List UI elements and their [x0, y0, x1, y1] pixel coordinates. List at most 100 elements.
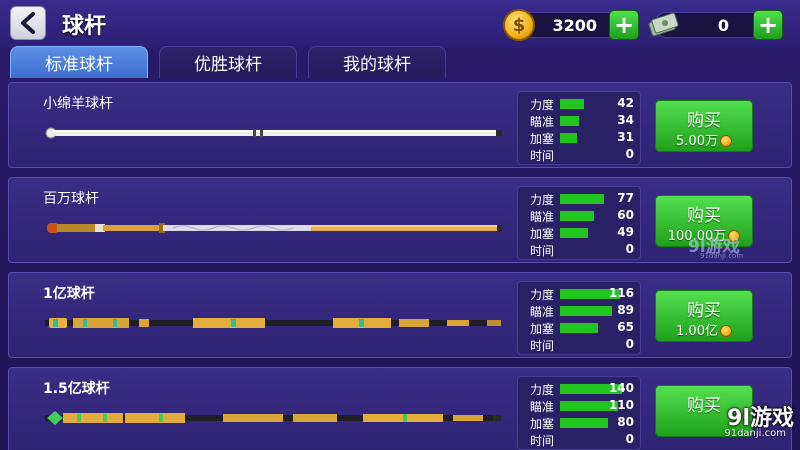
stat-label: 瞄准	[530, 400, 555, 414]
stat-power: 力度 140	[524, 381, 638, 397]
coin-amount: 3200	[552, 16, 597, 35]
cue-card: 1.5亿球杆 力度 140 瞄准 110 加塞 80 时间 0 购买	[8, 367, 792, 450]
cue-stats: 力度 77 瞄准 60 加塞 49 时间 0	[517, 186, 641, 260]
cue-name: 1.5亿球杆	[43, 381, 110, 397]
cue-stats: 力度 140 瞄准 110 加塞 80 时间 0	[517, 376, 641, 450]
stat-label: 加塞	[530, 417, 555, 431]
stat-value: 65	[617, 320, 634, 334]
stat-value: 60	[617, 208, 634, 222]
stat-value: 0	[625, 147, 634, 161]
stat-value: 140	[608, 381, 634, 395]
stat-value: 77	[617, 191, 634, 205]
stat-value: 110	[608, 398, 634, 412]
buy-button[interactable]: 购买 1.00亿	[655, 290, 753, 342]
stat-label: 力度	[530, 288, 555, 302]
tab-label: 标准球杆	[45, 55, 113, 75]
stat-value: 34	[617, 113, 634, 127]
stat-label: 时间	[530, 339, 555, 353]
coin-icon	[719, 325, 732, 337]
tab-label: 我的球杆	[343, 55, 411, 75]
stat-value: 0	[625, 337, 634, 351]
stat-time: 时间 0	[524, 147, 638, 163]
stat-bar	[560, 194, 604, 204]
stat-spin: 加塞 80	[524, 415, 638, 431]
price-value: 1.00亿	[676, 324, 718, 339]
coin-icon	[719, 135, 732, 147]
cash-stack-icon	[648, 12, 679, 37]
buy-button[interactable]: 购买 5.00万	[655, 100, 753, 152]
stat-label: 加塞	[530, 227, 555, 241]
cue-name: 1亿球杆	[43, 286, 95, 302]
stat-value: 31	[617, 130, 634, 144]
cue-name: 百万球杆	[43, 191, 99, 207]
price: 1.00亿	[656, 320, 752, 339]
stat-label: 瞄准	[530, 305, 555, 319]
stat-bar	[560, 418, 608, 428]
stat-value: 49	[617, 225, 634, 239]
stat-label: 时间	[530, 244, 555, 258]
stat-value: 80	[617, 415, 634, 429]
cue-image	[45, 411, 501, 425]
watermark-url: 91danji.com	[700, 252, 744, 260]
stat-bar	[560, 116, 579, 126]
cue-image	[45, 127, 502, 139]
stat-bar	[560, 228, 588, 238]
page-title: 球杆	[62, 14, 107, 39]
buy-label: 购买	[687, 206, 721, 226]
stat-time: 时间 0	[524, 432, 638, 448]
stat-label: 力度	[530, 383, 555, 397]
coin-icon: $	[503, 9, 535, 41]
cue-card: 小绵羊球杆 力度 42 瞄准 34 加塞 31 时间 0 购买 5.00万	[8, 82, 792, 168]
stat-bar	[560, 99, 584, 109]
stat-label: 力度	[530, 98, 555, 112]
watermark-url: 91danji.com	[724, 428, 786, 439]
cue-card: 1亿球杆 力度 116 瞄准 89 加塞 65 时间 0 购买 1.00亿	[8, 272, 792, 358]
stat-time: 时间 0	[524, 337, 638, 353]
stat-power: 力度 77	[524, 191, 638, 207]
tab-premium-cues[interactable]: 优胜球杆	[159, 46, 297, 78]
stat-aim: 瞄准 110	[524, 398, 638, 414]
coin-balance: $ 3200 +	[503, 9, 639, 41]
cash-balance: 0 +	[648, 10, 783, 40]
stat-power: 力度 116	[524, 286, 638, 302]
stat-value: 0	[625, 432, 634, 446]
stat-label: 瞄准	[530, 115, 555, 129]
buy-label: 购买	[687, 301, 721, 321]
cue-card: 百万球杆 力度 77 瞄准 60 加塞 49 时间 0 购买 100.00万	[8, 177, 792, 263]
cash-amount: 0	[717, 16, 729, 35]
stat-bar	[560, 133, 577, 143]
cue-image	[45, 318, 501, 328]
cue-stats: 力度 116 瞄准 89 加塞 65 时间 0	[517, 281, 641, 355]
stat-bar	[560, 306, 612, 316]
chevron-left-icon	[21, 12, 35, 34]
add-coins-button[interactable]: +	[609, 10, 639, 40]
stat-time: 时间 0	[524, 242, 638, 258]
price-value: 5.00万	[676, 134, 718, 149]
watermark-small: 9l游戏 91danji.com	[688, 232, 768, 262]
cue-image	[47, 223, 502, 233]
stat-value: 116	[608, 286, 634, 300]
stat-label: 加塞	[530, 132, 555, 146]
stat-spin: 加塞 49	[524, 225, 638, 241]
add-cash-button[interactable]: +	[753, 10, 783, 40]
watermark-logo: 9l游戏 91danji.com	[686, 400, 794, 444]
stat-label: 力度	[530, 193, 555, 207]
stat-aim: 瞄准 34	[524, 113, 638, 129]
stat-aim: 瞄准 60	[524, 208, 638, 224]
stat-value: 0	[625, 242, 634, 256]
cue-name: 小绵羊球杆	[43, 96, 113, 112]
stat-label: 瞄准	[530, 210, 555, 224]
buy-label: 购买	[687, 111, 721, 131]
stat-value: 42	[617, 96, 634, 110]
stat-bar	[560, 323, 598, 333]
stat-bar	[560, 211, 594, 221]
stat-label: 时间	[530, 149, 555, 163]
top-bar: 球杆 $ 3200 + 0 +	[0, 0, 800, 48]
stat-label: 加塞	[530, 322, 555, 336]
cue-list[interactable]: 小绵羊球杆 力度 42 瞄准 34 加塞 31 时间 0 购买 5.00万 百万…	[8, 82, 792, 450]
tab-standard-cues[interactable]: 标准球杆	[10, 46, 148, 78]
back-button[interactable]	[10, 6, 46, 40]
tab-my-cues[interactable]: 我的球杆	[308, 46, 446, 78]
stat-spin: 加塞 31	[524, 130, 638, 146]
stat-label: 时间	[530, 434, 555, 448]
